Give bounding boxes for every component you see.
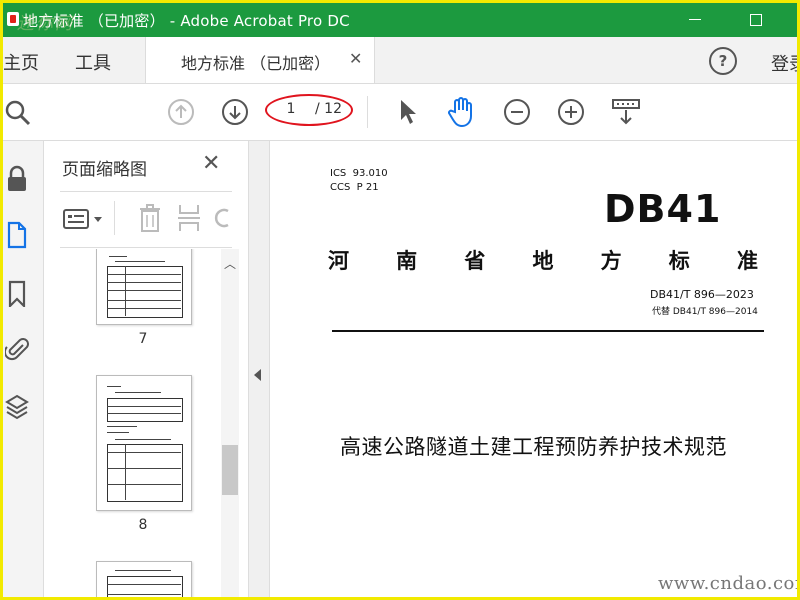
title-bar: 地方标准 （已加密） - Adobe Acrobat Pro DC 迷你网 <box>3 3 797 37</box>
rotate-page-icon[interactable] <box>214 205 232 233</box>
acrobat-window: 地方标准 （已加密） - Adobe Acrobat Pro DC 迷你网 主页… <box>0 0 800 600</box>
thumbnails-pane: 页面缩略图 ✕ 7 8 ︿ <box>44 141 249 597</box>
tab-tools[interactable]: 工具 <box>75 49 111 75</box>
document-tab-label: 地方标准 （已加密） <box>181 54 331 73</box>
header-rule <box>332 330 764 332</box>
ics-code: ICS 93.010 CCS P 21 <box>330 167 388 195</box>
banner-char: 地 <box>532 249 554 273</box>
search-icon[interactable] <box>3 98 33 126</box>
tab-document[interactable]: 地方标准 （已加密） ✕ <box>145 37 375 83</box>
banner-char: 准 <box>736 249 758 273</box>
select-cursor-icon[interactable] <box>397 98 419 126</box>
previous-page-icon[interactable] <box>167 98 195 126</box>
banner-char: 南 <box>396 249 418 273</box>
toolbar-divider <box>367 96 368 128</box>
tab-home[interactable]: 主页 <box>3 49 39 75</box>
left-navigation-rail <box>3 141 44 597</box>
document-page: ICS 93.010 CCS P 21 DB41 河 南 省 地 方 标 准 D… <box>270 141 800 597</box>
page-label-container: 8 <box>96 517 190 537</box>
document-title: 高速公路隧道土建工程预防养护技术规范 <box>340 435 727 459</box>
db-code: DB41 <box>604 187 722 231</box>
page-label: 8 <box>138 517 148 533</box>
page-label: 7 <box>138 331 148 347</box>
collapse-arrow-icon[interactable] <box>254 369 261 381</box>
tab-bar: 主页 工具 地方标准 （已加密） ✕ ? 登录 <box>3 37 797 84</box>
lock-icon[interactable] <box>5 165 29 193</box>
help-icon[interactable]: ? <box>709 47 737 75</box>
scroll-up-icon[interactable]: ︿ <box>224 255 236 272</box>
minimize-button[interactable] <box>667 3 725 37</box>
options-divider <box>114 201 115 235</box>
page-thumbnail[interactable] <box>96 375 192 511</box>
hand-tool-icon[interactable] <box>447 96 477 128</box>
ccs-text: CCS P 21 <box>330 182 379 193</box>
login-button[interactable]: 登录 <box>771 50 797 76</box>
pane-divider <box>60 191 232 192</box>
standard-number: DB41/T 896—2023 <box>650 288 754 301</box>
banner-char: 省 <box>464 249 486 273</box>
replaces-text: 代替 DB41/T 896—2014 <box>652 307 758 317</box>
thumbnail-options-icon[interactable] <box>62 207 106 231</box>
site-watermark: www.cndao.com <box>658 573 800 594</box>
thumbnail-scrollbar[interactable]: ︿ <box>221 249 239 597</box>
ics-text: ICS 93.010 <box>330 168 388 179</box>
scrollbar-thumb[interactable] <box>222 445 238 495</box>
delete-page-icon[interactable] <box>138 203 162 233</box>
toolbar: 1 / 12 <box>3 84 797 141</box>
highlight-oval <box>265 94 353 126</box>
layers-icon[interactable] <box>5 393 29 421</box>
watermark-logo: 迷你网 <box>17 14 74 34</box>
page-thumbnail[interactable] <box>96 561 192 597</box>
close-icon[interactable]: ✕ <box>349 49 362 68</box>
standard-banner: 河 南 省 地 方 标 准 <box>328 245 758 275</box>
page-display-icon[interactable] <box>611 98 643 128</box>
banner-char: 标 <box>668 249 690 273</box>
next-page-icon[interactable] <box>221 98 249 126</box>
page-thumbnail[interactable] <box>96 249 192 325</box>
insert-page-icon[interactable] <box>176 203 202 233</box>
maximize-button[interactable] <box>727 3 785 37</box>
thumbnail-list: 7 8 <box>44 249 216 597</box>
bookmark-icon[interactable] <box>5 279 29 307</box>
thumbnails-title: 页面缩略图 <box>62 160 147 180</box>
page-label-container: 7 <box>96 331 190 351</box>
zoom-in-icon[interactable] <box>557 98 585 126</box>
pane-splitter[interactable] <box>249 141 270 597</box>
attachment-icon[interactable] <box>5 335 29 363</box>
pane-divider-2 <box>60 247 232 248</box>
zoom-out-icon[interactable] <box>503 98 531 126</box>
banner-char: 河 <box>328 249 349 273</box>
page-thumbnails-icon[interactable] <box>5 221 29 249</box>
close-pane-icon[interactable]: ✕ <box>202 151 220 176</box>
banner-char: 方 <box>600 249 622 273</box>
